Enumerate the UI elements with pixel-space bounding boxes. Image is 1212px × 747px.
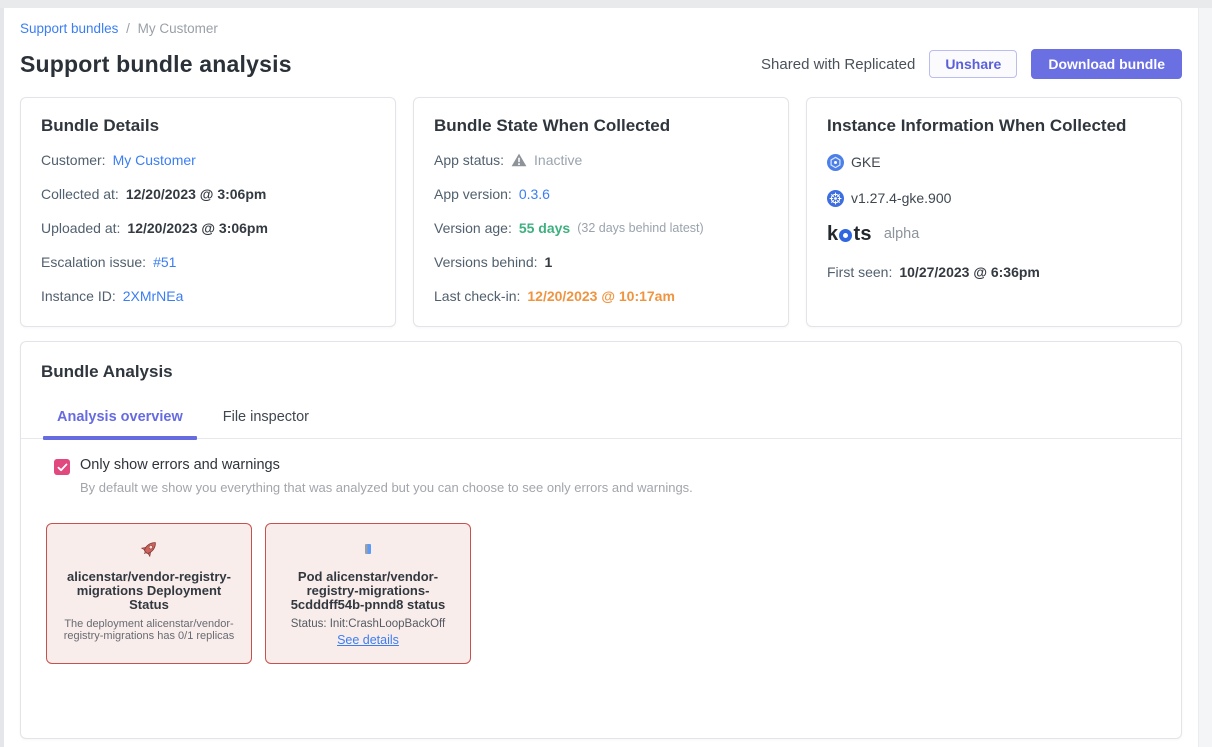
kubernetes-icon — [827, 190, 844, 207]
deployment-status-result-card[interactable]: alicenstar/vendor-registry-migrations De… — [46, 523, 252, 664]
app-version-row: App version: 0.3.6 — [434, 184, 768, 204]
result-title: alicenstar/vendor-registry-migrations De… — [57, 570, 241, 612]
distribution-row: GKE — [827, 152, 1161, 172]
first-seen-value: 10/27/2023 @ 6:36pm — [899, 262, 1040, 282]
k8s-version-row: v1.27.4-gke.900 — [827, 188, 1161, 208]
shared-with-replicated-note: Shared with Replicated — [761, 56, 915, 73]
versions-behind-label: Versions behind: — [434, 252, 538, 272]
rocket-icon — [57, 537, 241, 561]
version-age-value: 55 days — [519, 218, 570, 238]
kots-logo-o-icon — [839, 229, 852, 242]
app-version-link[interactable]: 0.3.6 — [519, 184, 550, 204]
download-bundle-button[interactable]: Download bundle — [1031, 49, 1182, 79]
bundle-details-card: Bundle Details Customer: My Customer Col… — [20, 97, 396, 327]
app-status-label: App status: — [434, 150, 504, 170]
errors-warnings-filter: Only show errors and warnings By default… — [21, 439, 1181, 495]
tab-analysis-overview[interactable]: Analysis overview — [43, 399, 197, 438]
kots-logo: kts — [827, 223, 872, 246]
pod-status-result-card[interactable]: Pod alicenstar/vendor-registry-migration… — [265, 523, 471, 664]
escalation-issue-link[interactable]: #51 — [153, 252, 176, 272]
only-errors-checkbox[interactable] — [54, 459, 70, 475]
warning-icon — [511, 153, 527, 167]
breadcrumb: Support bundles / My Customer — [20, 21, 1182, 37]
see-details-link[interactable]: See details — [337, 633, 399, 647]
uploaded-at-value: 12/20/2023 @ 3:06pm — [127, 218, 268, 238]
version-age-label: Version age: — [434, 218, 512, 238]
page-title: Support bundle analysis — [20, 51, 292, 78]
app-status-value: Inactive — [534, 150, 582, 170]
breadcrumb-current: My Customer — [138, 21, 218, 36]
instance-info-title: Instance Information When Collected — [827, 116, 1161, 136]
app-status-row: App status: Inactive — [434, 150, 768, 170]
breadcrumb-separator: / — [126, 21, 130, 36]
unshare-button[interactable]: Unshare — [929, 50, 1017, 78]
versions-behind-value: 1 — [545, 252, 553, 272]
customer-row: Customer: My Customer — [41, 150, 375, 170]
bundle-state-card: Bundle State When Collected App status: … — [413, 97, 789, 327]
app-version-label: App version: — [434, 184, 512, 204]
header-actions: Shared with Replicated Unshare Download … — [761, 49, 1182, 79]
version-age-note: (32 days behind latest) — [577, 218, 703, 238]
escalation-issue-label: Escalation issue: — [41, 252, 146, 272]
bundle-analysis-title: Bundle Analysis — [21, 342, 1181, 382]
first-seen-row: First seen: 10/27/2023 @ 6:36pm — [827, 262, 1161, 282]
distribution-value: GKE — [851, 152, 881, 172]
last-checkin-row: Last check-in: 12/20/2023 @ 10:17am — [434, 286, 768, 306]
instance-info-card: Instance Information When Collected GKE … — [806, 97, 1182, 327]
analysis-tabs: Analysis overview File inspector — [21, 399, 1181, 439]
instance-id-row: Instance ID: 2XMrNEa — [41, 286, 375, 306]
summary-cards-row: Bundle Details Customer: My Customer Col… — [20, 97, 1182, 327]
page-scrollbar[interactable] — [1198, 8, 1212, 747]
result-description: The deployment alicenstar/vendor-registr… — [57, 618, 241, 642]
window-left-edge — [0, 0, 4, 747]
analysis-results: alicenstar/vendor-registry-migrations De… — [46, 523, 1181, 664]
first-seen-label: First seen: — [827, 262, 892, 282]
kots-channel: alpha — [884, 226, 919, 242]
bundle-state-title: Bundle State When Collected — [434, 116, 768, 136]
kots-row: kts alpha — [827, 222, 1161, 246]
bundle-analysis-section: Bundle Analysis Analysis overview File i… — [20, 341, 1182, 739]
window-top-edge — [0, 0, 1212, 8]
bundle-details-title: Bundle Details — [41, 116, 375, 136]
app-window: Support bundles / My Customer Support bu… — [0, 0, 1212, 747]
collected-at-label: Collected at: — [41, 184, 119, 204]
instance-id-link[interactable]: 2XMrNEa — [123, 286, 184, 306]
breadcrumb-support-bundles-link[interactable]: Support bundles — [20, 21, 118, 36]
uploaded-at-row: Uploaded at: 12/20/2023 @ 3:06pm — [41, 218, 375, 238]
last-checkin-label: Last check-in: — [434, 286, 520, 306]
filter-description: By default we show you everything that w… — [80, 480, 693, 495]
filter-text: Only show errors and warnings By default… — [80, 457, 693, 495]
customer-link[interactable]: My Customer — [113, 150, 196, 170]
filter-label: Only show errors and warnings — [80, 457, 693, 473]
support-bundle-analysis-page: Support bundles / My Customer Support bu… — [0, 0, 1212, 739]
customer-label: Customer: — [41, 150, 106, 170]
broken-image-icon — [276, 537, 460, 561]
result-title: Pod alicenstar/vendor-registry-migration… — [276, 570, 460, 612]
last-checkin-value: 12/20/2023 @ 10:17am — [527, 286, 675, 306]
version-age-row: Version age: 55 days (32 days behind lat… — [434, 218, 768, 238]
uploaded-at-label: Uploaded at: — [41, 218, 120, 238]
escalation-issue-row: Escalation issue: #51 — [41, 252, 375, 272]
k8s-version-value: v1.27.4-gke.900 — [851, 188, 951, 208]
instance-id-label: Instance ID: — [41, 286, 116, 306]
gke-icon — [827, 154, 844, 171]
versions-behind-row: Versions behind: 1 — [434, 252, 768, 272]
tab-file-inspector[interactable]: File inspector — [209, 399, 323, 438]
result-status: Status: Init:CrashLoopBackOff — [276, 618, 460, 630]
collected-at-row: Collected at: 12/20/2023 @ 3:06pm — [41, 184, 375, 204]
page-header: Support bundle analysis Shared with Repl… — [20, 49, 1182, 79]
collected-at-value: 12/20/2023 @ 3:06pm — [126, 184, 267, 204]
